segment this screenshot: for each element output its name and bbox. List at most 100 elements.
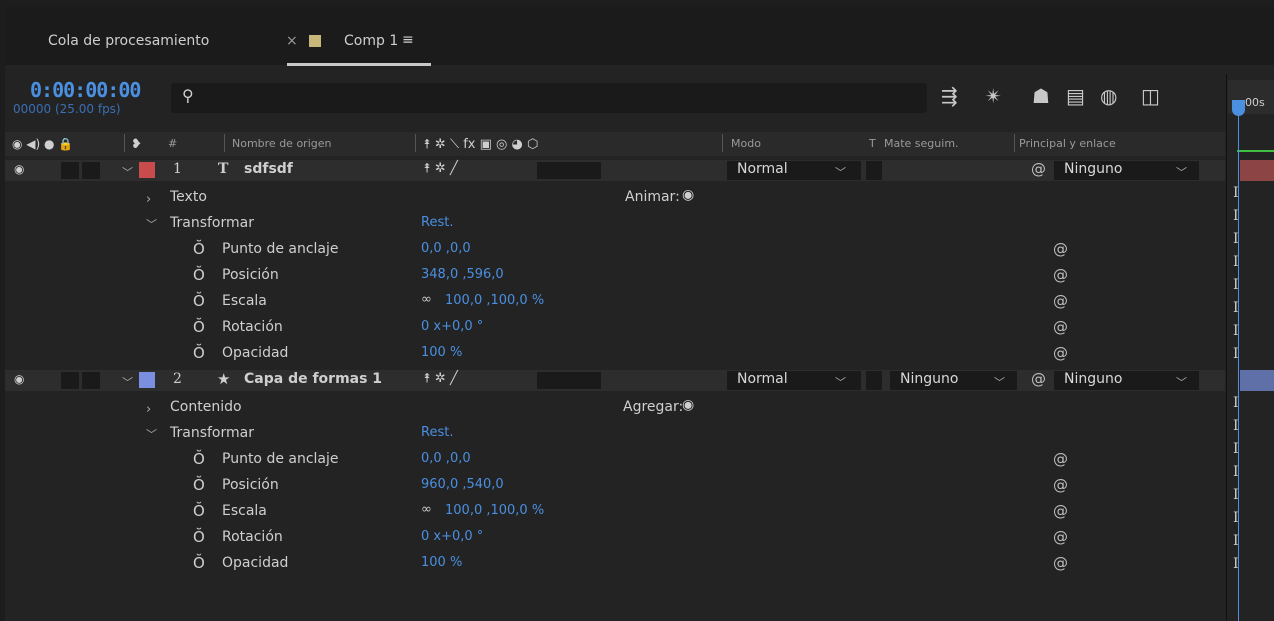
- search-input[interactable]: [171, 83, 927, 113]
- expression-pick-whip-icon[interactable]: @: [1053, 292, 1068, 310]
- reset-link[interactable]: Rest.: [421, 425, 453, 440]
- stopwatch-icon[interactable]: Ŏ: [193, 450, 205, 468]
- property-value[interactable]: 100,0 ,100,0 %: [445, 293, 544, 308]
- preserve-transparency-toggle[interactable]: [866, 161, 882, 180]
- lock-toggle[interactable]: [82, 162, 100, 179]
- label-color-swatch[interactable]: [139, 372, 155, 388]
- chevron-down-icon[interactable]: ﹀: [146, 216, 157, 232]
- stopwatch-icon[interactable]: Ŏ: [193, 528, 205, 546]
- stopwatch-icon[interactable]: Ŏ: [193, 344, 205, 362]
- column-separator[interactable]: [1014, 134, 1015, 152]
- stopwatch-icon[interactable]: Ŏ: [193, 266, 205, 284]
- layer-switches[interactable]: ⯭ ✲ ╱: [423, 161, 458, 176]
- av-features-icons[interactable]: ◉ ◀) ● 🔒: [12, 137, 73, 151]
- expand-layer-icon[interactable]: ﹀: [122, 374, 133, 390]
- track-matte-header[interactable]: Mate seguim.: [884, 137, 959, 150]
- tab-render-queue[interactable]: Cola de procesamiento: [48, 33, 209, 49]
- expression-pick-whip-icon[interactable]: @: [1053, 266, 1068, 284]
- expression-pick-whip-icon[interactable]: @: [1053, 240, 1068, 258]
- blend-mode-dropdown[interactable]: Normal ﹀: [727, 161, 861, 180]
- property-value[interactable]: 0,0 ,0,0: [421, 241, 471, 256]
- label-tag-icon[interactable]: ❥: [131, 137, 142, 152]
- solo-toggle[interactable]: [61, 162, 79, 179]
- stopwatch-icon[interactable]: Ŏ: [193, 240, 205, 258]
- layer-2-duration-bar[interactable]: [1240, 370, 1274, 391]
- stopwatch-icon[interactable]: Ŏ: [193, 502, 205, 520]
- property-value[interactable]: 348,0 ,596,0: [421, 267, 504, 282]
- graph-editor-icon[interactable]: ◫: [1141, 84, 1160, 108]
- mode-header[interactable]: Modo: [731, 137, 761, 150]
- shy-layers-icon[interactable]: ☗: [1032, 84, 1050, 108]
- expression-pick-whip-icon[interactable]: @: [1053, 528, 1068, 546]
- add-menu-icon[interactable]: ◉: [682, 397, 694, 413]
- chevron-right-icon[interactable]: ›: [146, 402, 151, 417]
- layer-name[interactable]: sdfsdf: [244, 161, 293, 177]
- frame-blending-icon[interactable]: ▤: [1066, 84, 1085, 108]
- pick-whip-icon[interactable]: @: [1031, 160, 1046, 178]
- contents-group-label[interactable]: Contenido: [170, 399, 242, 415]
- label-color-swatch[interactable]: [139, 162, 155, 178]
- blend-mode-dropdown[interactable]: Normal ﹀: [727, 371, 861, 390]
- expression-pick-whip-icon[interactable]: @: [1053, 554, 1068, 572]
- parent-dropdown[interactable]: Ninguno ﹀: [1054, 371, 1199, 390]
- layer-switches[interactable]: ⯭ ✲ ╱: [423, 371, 458, 386]
- close-icon[interactable]: ×: [286, 33, 298, 49]
- reset-link[interactable]: Rest.: [421, 215, 453, 230]
- stopwatch-icon[interactable]: Ŏ: [193, 292, 205, 310]
- preserve-transparency-toggle[interactable]: [866, 371, 882, 390]
- layer-number-header[interactable]: #: [168, 137, 177, 150]
- lock-toggle[interactable]: [82, 372, 100, 389]
- column-separator[interactable]: [722, 134, 723, 152]
- property-value[interactable]: 0 x+0,0 °: [421, 529, 483, 544]
- video-toggle-icon[interactable]: ◉: [14, 372, 24, 386]
- tab-comp-1[interactable]: Comp 1: [344, 33, 398, 49]
- stopwatch-icon[interactable]: Ŏ: [193, 476, 205, 494]
- transform-group-label[interactable]: Transformar: [170, 425, 254, 441]
- panel-menu-icon[interactable]: ≡: [402, 32, 414, 48]
- work-area-bar[interactable]: [1237, 150, 1274, 152]
- source-name-header[interactable]: Nombre de origen: [232, 137, 331, 150]
- pick-whip-icon[interactable]: @: [1031, 370, 1046, 388]
- stopwatch-icon[interactable]: Ŏ: [193, 554, 205, 572]
- motion-blur-icon[interactable]: ◍: [1100, 84, 1117, 108]
- column-separator[interactable]: [124, 134, 125, 152]
- property-value[interactable]: 960,0 ,540,0: [421, 477, 504, 492]
- timeline-divider[interactable]: [1226, 74, 1227, 621]
- expand-layer-icon[interactable]: ﹀: [122, 164, 133, 180]
- parent-dropdown[interactable]: Ninguno ﹀: [1054, 161, 1199, 180]
- animate-menu-icon[interactable]: ◉: [682, 187, 694, 203]
- constrain-proportions-icon[interactable]: ∞: [421, 502, 432, 517]
- text-group-label[interactable]: Texto: [170, 189, 207, 205]
- draft-3d-icon[interactable]: ✴: [985, 84, 1002, 108]
- property-value[interactable]: 100,0 ,100,0 %: [445, 503, 544, 518]
- property-value[interactable]: 100 %: [421, 555, 462, 570]
- parent-header[interactable]: Principal y enlace: [1019, 137, 1116, 150]
- chevron-right-icon[interactable]: ›: [146, 192, 151, 207]
- playhead-handle[interactable]: [1232, 100, 1245, 116]
- solo-toggle[interactable]: [61, 372, 79, 389]
- layer-name[interactable]: Capa de formas 1: [244, 371, 382, 387]
- stopwatch-icon[interactable]: Ŏ: [193, 318, 205, 336]
- property-value[interactable]: 0 x+0,0 °: [421, 319, 483, 334]
- expression-pick-whip-icon[interactable]: @: [1053, 450, 1068, 468]
- expression-pick-whip-icon[interactable]: @: [1053, 344, 1068, 362]
- property-value[interactable]: 100 %: [421, 345, 462, 360]
- track-matte-dropdown[interactable]: Ninguno ﹀: [890, 371, 1017, 390]
- expression-pick-whip-icon[interactable]: @: [1053, 476, 1068, 494]
- column-separator[interactable]: [415, 134, 416, 152]
- layer-switch-boxes[interactable]: [537, 162, 601, 179]
- layer-1-duration-bar[interactable]: [1240, 160, 1274, 181]
- expression-pick-whip-icon[interactable]: @: [1053, 502, 1068, 520]
- constrain-proportions-icon[interactable]: ∞: [421, 292, 432, 307]
- video-toggle-icon[interactable]: ◉: [14, 162, 24, 176]
- transform-group-label[interactable]: Transformar: [170, 215, 254, 231]
- preserve-transparency-header[interactable]: T: [869, 137, 876, 150]
- property-value[interactable]: 0,0 ,0,0: [421, 451, 471, 466]
- current-time-display[interactable]: 0:00:00:00: [30, 78, 141, 102]
- column-separator[interactable]: [224, 134, 225, 152]
- expression-pick-whip-icon[interactable]: @: [1053, 318, 1068, 336]
- switches-header[interactable]: ⯭ ✲ ⟍ fx ▣ ◎ ◕ ⬡: [423, 137, 538, 152]
- composition-mini-flowchart-icon[interactable]: ⇶: [941, 84, 958, 108]
- layer-switch-boxes[interactable]: [537, 372, 601, 389]
- chevron-down-icon[interactable]: ﹀: [146, 426, 157, 442]
